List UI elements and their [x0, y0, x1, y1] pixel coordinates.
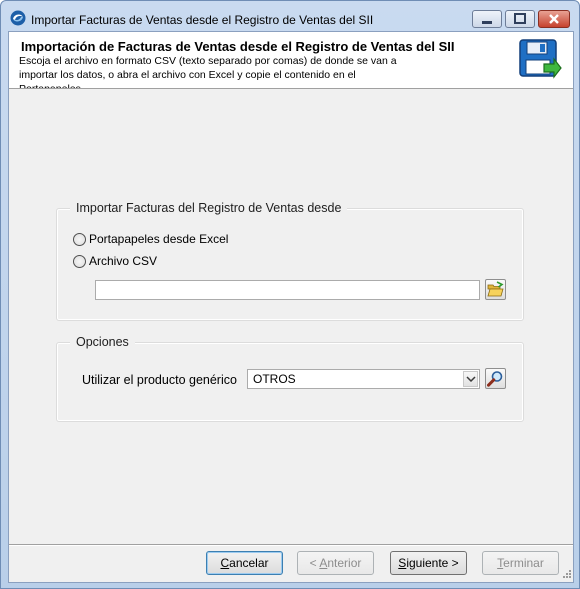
cancel-accelerator: C: [220, 556, 230, 570]
cancel-label: ancelar: [229, 556, 269, 570]
wizard-window: Importar Facturas de Ventas desde el Reg…: [0, 0, 580, 589]
radio-circle[interactable]: [73, 233, 86, 246]
back-label: nterior: [327, 556, 362, 570]
minimize-button[interactable]: [472, 10, 502, 28]
generic-product-value: OTROS: [253, 372, 296, 386]
chevron-down-icon: [466, 376, 476, 383]
cancel-button[interactable]: Cancelar: [206, 551, 283, 575]
minimize-icon: [482, 21, 492, 24]
import-source-legend: Importar Facturas del Registro de Ventas…: [70, 201, 348, 215]
finish-label: erminar: [503, 556, 544, 570]
options-group: Opciones Utilizar el producto genérico O…: [56, 335, 524, 422]
next-button[interactable]: Siguiente >: [390, 551, 467, 575]
next-label: iguiente >: [406, 556, 459, 570]
floppy-disk-import-icon: [519, 39, 562, 79]
maximize-button[interactable]: [505, 10, 535, 28]
radio-circle[interactable]: [73, 255, 86, 268]
radio-portapapeles-label[interactable]: Portapapeles desde Excel: [89, 232, 228, 246]
header-description: Escoja el archivo en formato CSV (texto …: [19, 55, 397, 89]
window-title: Importar Facturas de Ventas desde el Reg…: [31, 13, 374, 27]
options-legend: Opciones: [70, 335, 135, 349]
resize-grip-icon[interactable]: [560, 569, 572, 581]
magnifier-icon: [487, 371, 503, 387]
header-title: Importación de Facturas de Ventas desde …: [21, 39, 455, 54]
generic-product-select[interactable]: OTROS: [247, 369, 480, 389]
back-prefix: <: [309, 556, 320, 570]
browse-file-button[interactable]: [485, 279, 506, 300]
dropdown-arrow[interactable]: [463, 371, 478, 387]
close-icon: [549, 14, 559, 24]
search-product-button[interactable]: [485, 368, 506, 389]
wizard-header: Importación de Facturas de Ventas desde …: [9, 32, 573, 89]
radio-archivo-csv-label[interactable]: Archivo CSV: [89, 254, 157, 268]
wizard-page: Importación de Facturas de Ventas desde …: [8, 31, 574, 583]
maximize-icon: [514, 13, 526, 24]
back-button[interactable]: < Anterior: [297, 551, 374, 575]
button-bar-separator: [9, 544, 573, 546]
title-bar[interactable]: Importar Facturas de Ventas desde el Reg…: [1, 1, 579, 31]
finish-button[interactable]: Terminar: [482, 551, 559, 575]
generic-product-label: Utilizar el producto genérico: [82, 373, 237, 387]
close-button[interactable]: [538, 10, 570, 28]
import-source-group: Importar Facturas del Registro de Ventas…: [56, 201, 524, 321]
sii-swirl-icon: [10, 10, 26, 26]
csv-file-path-input[interactable]: [95, 280, 480, 300]
open-folder-icon: [487, 281, 504, 297]
